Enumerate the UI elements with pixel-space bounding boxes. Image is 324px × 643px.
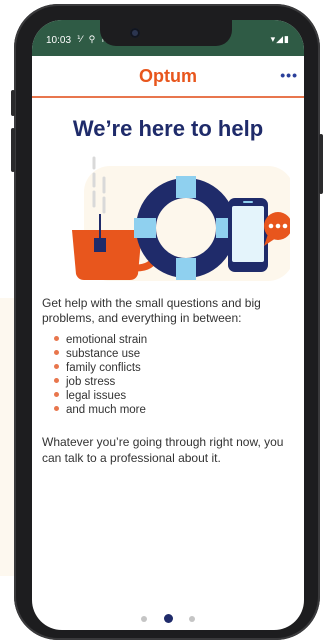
page-dot-3[interactable] [188,615,195,622]
list-item: job stress [53,375,147,389]
list-item: family conflicts [53,361,147,375]
smartphone-icon [228,198,268,272]
page-indicator [32,610,304,628]
more-dots-icon[interactable]: ••• [280,67,298,83]
volume-down-button [11,128,15,172]
signal-battery-icons: ▾◢▮ [270,34,290,44]
page-dot-2[interactable] [163,614,173,624]
list-item: and much more [53,403,147,417]
intro-text: Get help with the small questions and bi… [42,296,261,325]
volume-up-button [11,90,15,116]
outro-text: Whatever you’re going through right now,… [42,435,284,465]
list-item: substance use [53,347,147,361]
status-bar: 10:03 ⅟ ⚲ M ▾◢▮ [32,20,304,56]
camera-icon [130,28,140,38]
phone-screen: 10:03 ⅟ ⚲ M ▾◢▮ Optum ••• We’re here to … [32,20,304,630]
app-bar: Optum ••• [32,56,304,98]
camera-notch [100,20,232,46]
power-button [319,134,323,194]
list-item: emotional strain [53,333,147,347]
page-dot-1[interactable] [141,615,148,622]
page-title: We’re here to help [72,116,264,141]
optum-logo: Optum [139,66,197,86]
list-item: legal issues [53,389,147,403]
status-time: 10:03 [46,35,72,46]
help-topics-list: emotional strain substance use family co… [53,333,147,417]
help-illustration-icon [72,156,290,281]
